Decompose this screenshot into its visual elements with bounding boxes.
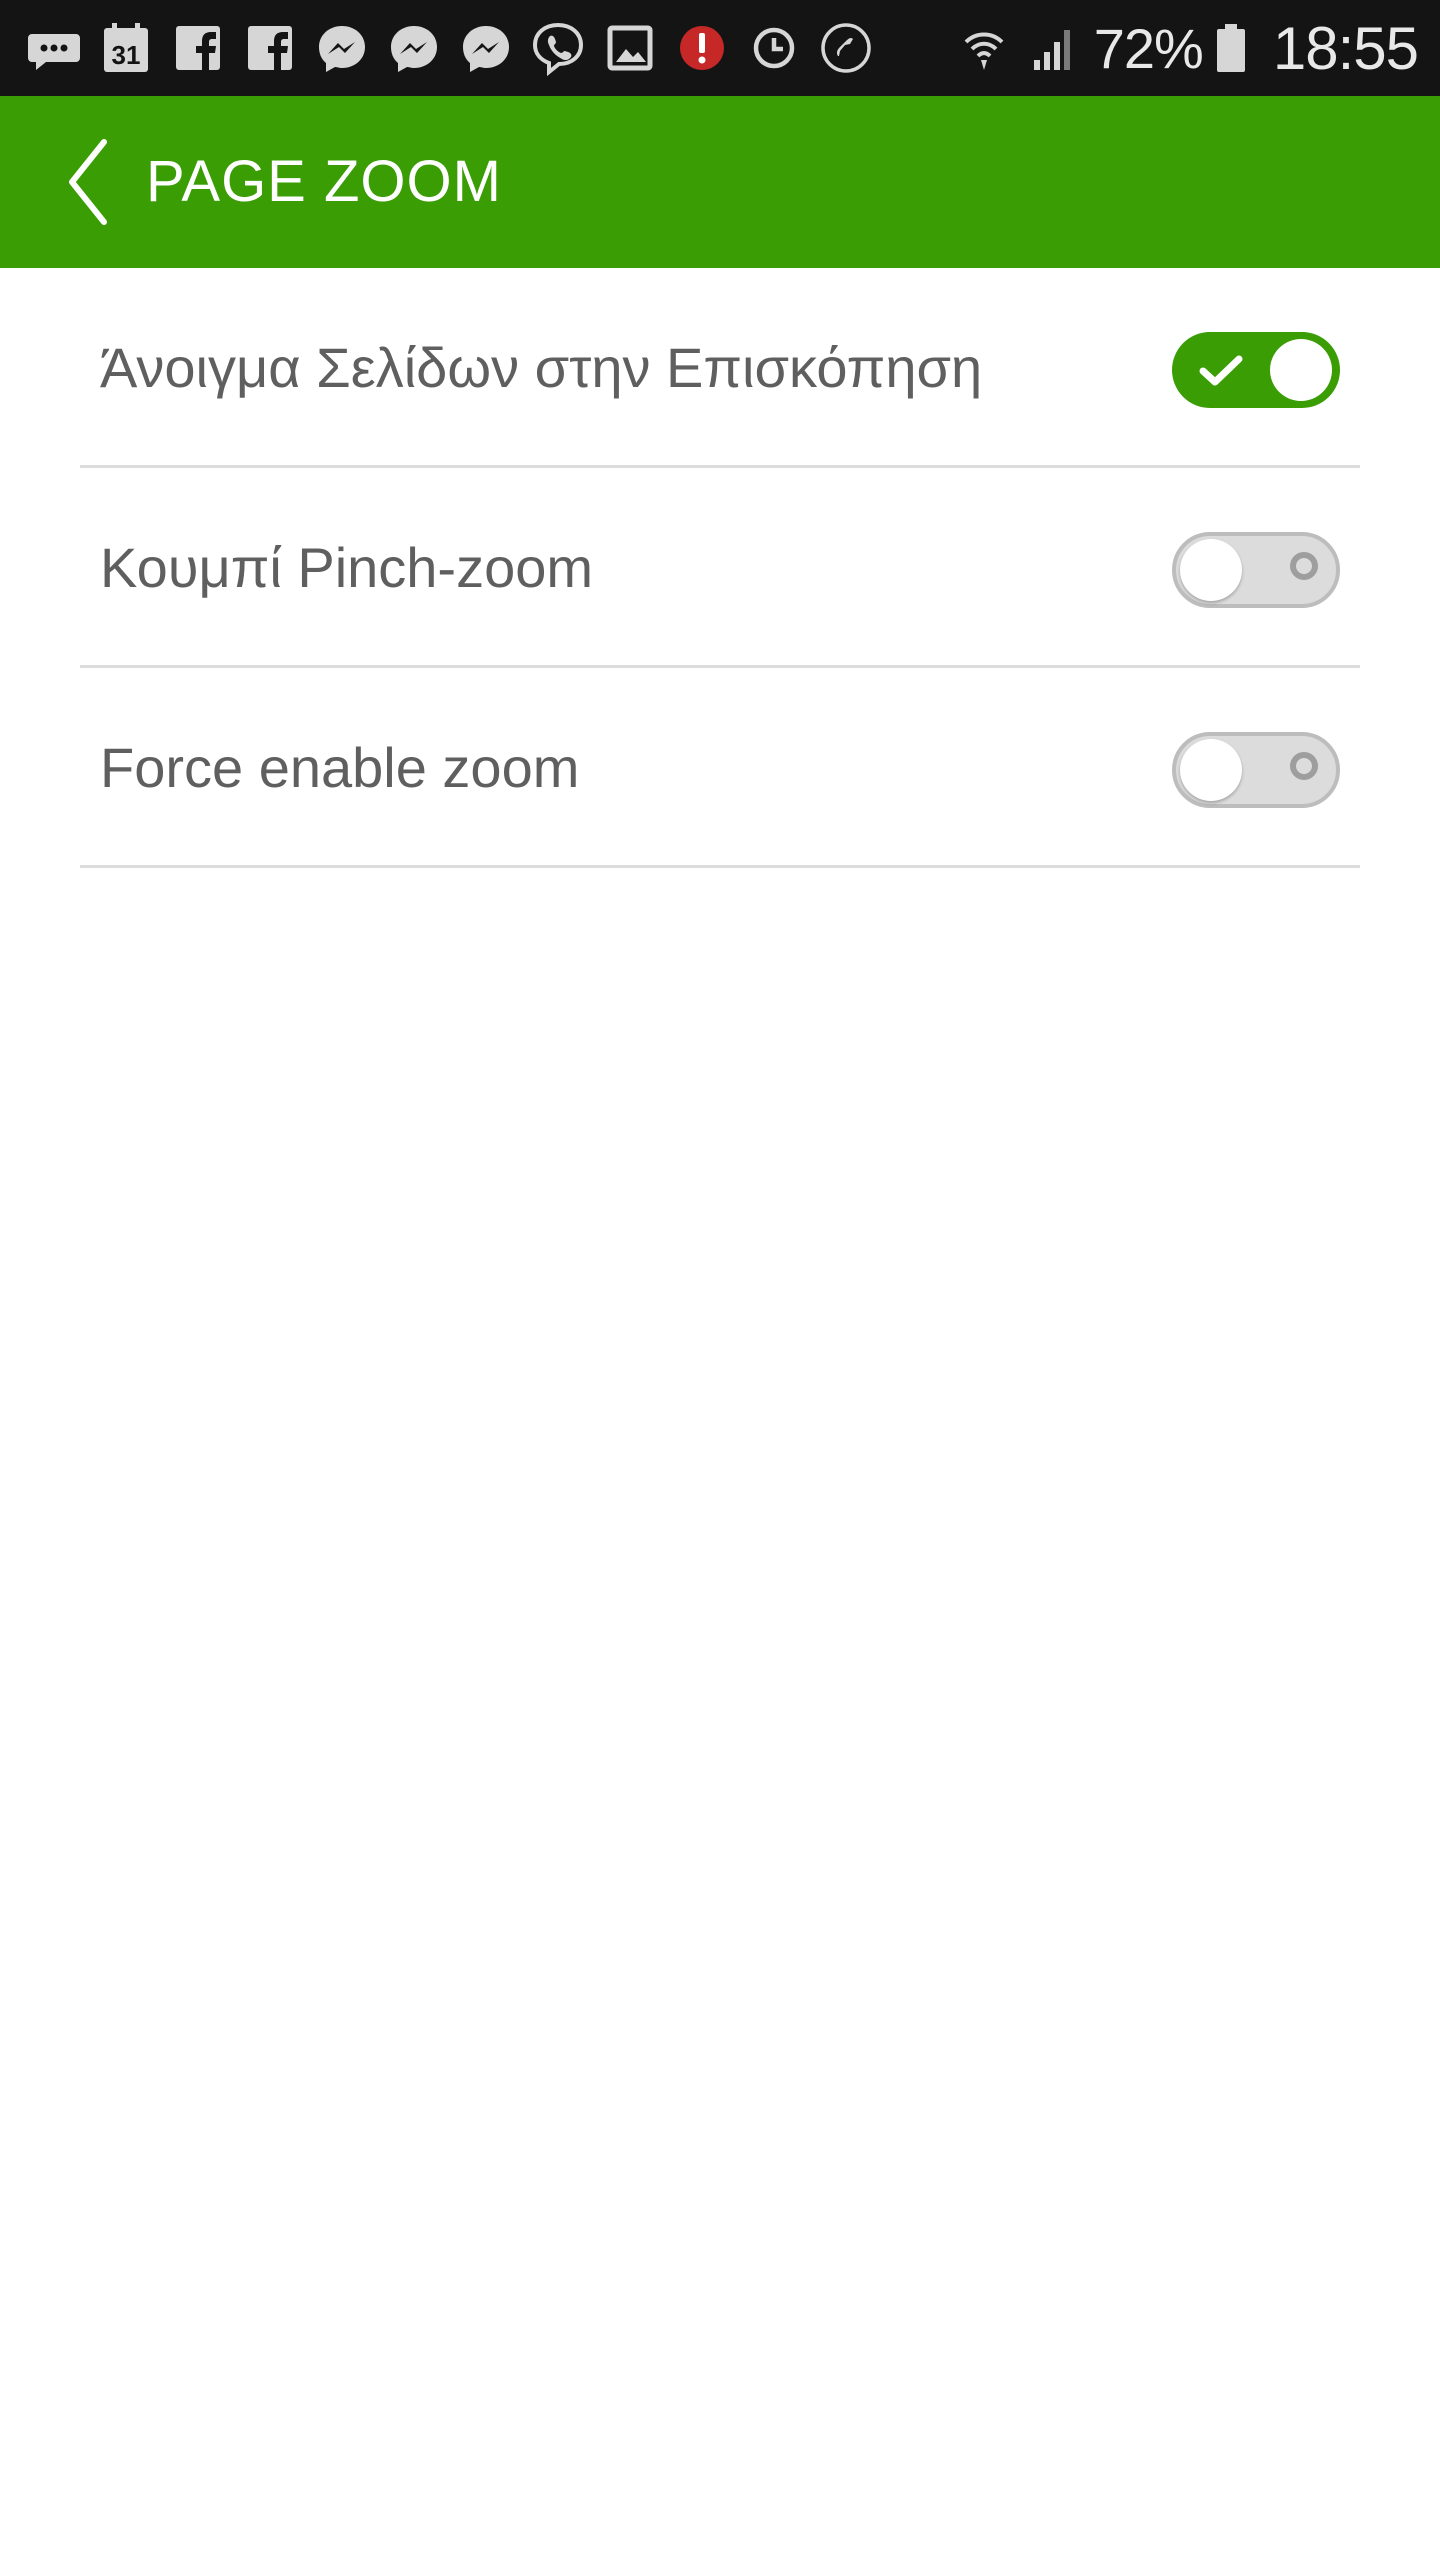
setting-label: Κουμπί Pinch-zoom	[100, 536, 594, 599]
toggle-knob	[1270, 339, 1332, 401]
setting-label: Άνοιγμα Σελίδων στην Επισκόπηση	[100, 336, 983, 399]
chevron-left-icon	[69, 139, 107, 225]
off-ring-icon	[1290, 752, 1318, 780]
calendar-icon: 31	[96, 18, 156, 78]
gallery-icon	[600, 18, 660, 78]
settings-list: Άνοιγμα Σελίδων στην Επισκόπηση Κουμπί P…	[0, 268, 1440, 868]
setting-row-force-enable-zoom[interactable]: Force enable zoom	[0, 668, 1440, 868]
facebook-icon	[168, 18, 228, 78]
calendar-day: 31	[112, 40, 141, 70]
notification-icons: 31	[24, 16, 888, 80]
system-status: 72% 18:55	[954, 0, 1419, 96]
toggle-knob	[1180, 539, 1242, 601]
check-icon	[1199, 355, 1243, 386]
phone-icon	[816, 18, 876, 78]
viber-icon	[528, 18, 588, 78]
messenger-icon	[384, 18, 444, 78]
app-bar: PAGE ZOOM	[0, 96, 1440, 268]
toggle-switch-on[interactable]	[1172, 332, 1340, 408]
more-messages-icon	[24, 18, 84, 78]
wifi-icon	[954, 18, 1014, 78]
page-title: PAGE ZOOM	[146, 149, 502, 214]
back-button[interactable]	[40, 132, 140, 232]
alarm-icon	[744, 18, 804, 78]
signal-icon	[1024, 18, 1084, 78]
setting-row-pinch-zoom-button[interactable]: Κουμπί Pinch-zoom	[0, 468, 1440, 668]
toggle-knob	[1180, 739, 1242, 801]
alert-icon	[672, 18, 732, 78]
toggle-switch-off[interactable]	[1172, 532, 1340, 608]
facebook-icon	[240, 18, 300, 78]
battery-percent: 72%	[1093, 16, 1204, 80]
setting-label: Force enable zoom	[100, 736, 580, 799]
messenger-icon	[312, 18, 372, 78]
clock: 18:55	[1272, 14, 1419, 82]
status-bar: 31 72% 18:55	[0, 0, 1440, 96]
messenger-icon	[456, 18, 516, 78]
off-ring-icon	[1290, 552, 1318, 580]
toggle-switch-off[interactable]	[1172, 732, 1340, 808]
setting-row-open-pages-in-overview[interactable]: Άνοιγμα Σελίδων στην Επισκόπηση	[0, 268, 1440, 468]
divider	[80, 865, 1360, 868]
battery-icon	[1213, 18, 1249, 78]
